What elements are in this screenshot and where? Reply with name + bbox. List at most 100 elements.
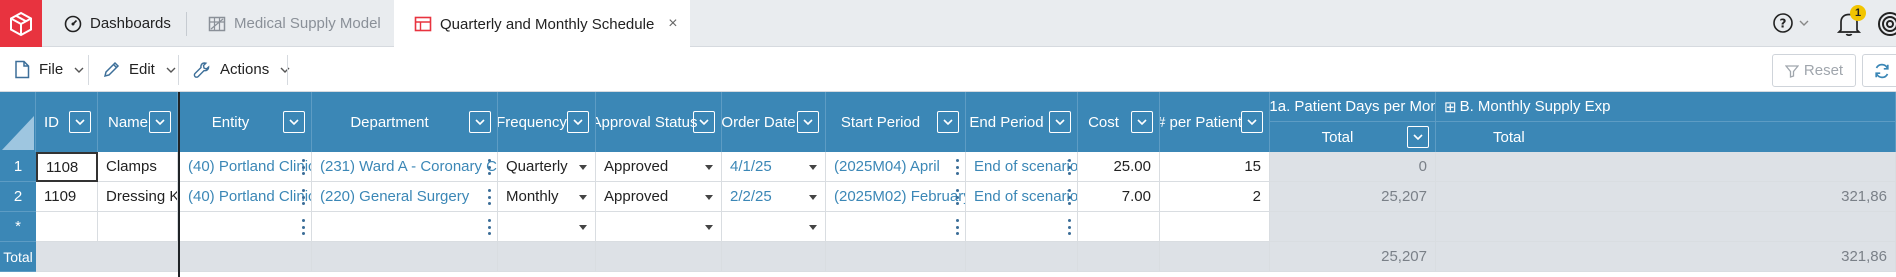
schedule-table-icon (414, 15, 432, 33)
cell-name[interactable]: Clamps (98, 152, 178, 182)
column-menu-chevron-icon[interactable] (693, 111, 715, 133)
cell-approval-status[interactable]: Approved (596, 182, 722, 212)
cell-id[interactable] (36, 212, 98, 242)
column-menu-chevron-icon[interactable] (1407, 126, 1429, 148)
dropdown-arrow-icon[interactable] (705, 195, 713, 200)
cell-end-period[interactable]: End of scenario (966, 182, 1078, 212)
more-options-icon[interactable] (301, 159, 305, 175)
more-options-icon[interactable] (955, 159, 959, 175)
cell-start-period[interactable]: (2025M04) April (826, 152, 966, 182)
user-avatar[interactable] (1876, 12, 1896, 40)
cell-order-date[interactable] (722, 212, 826, 242)
column-header-order-date[interactable]: Order Date (722, 92, 826, 152)
help-menu[interactable]: ? (1772, 12, 1810, 34)
cell-name[interactable]: Dressing Kits (98, 182, 178, 212)
more-options-icon[interactable] (301, 219, 305, 235)
tab-quarterly-monthly-schedule[interactable]: Quarterly and Monthly Schedule × (394, 0, 690, 48)
cell-end-period[interactable]: End of scenario (966, 152, 1078, 182)
cell-cost[interactable]: 7.00 (1078, 182, 1160, 212)
column-header-frequency[interactable]: Frequency (498, 92, 596, 152)
cell-per-patient[interactable]: 15 (1160, 152, 1270, 182)
column-header-monthly-supply-total[interactable]: Total (1436, 122, 1896, 152)
new-row-marker[interactable]: * (0, 212, 36, 242)
cell-approval-status[interactable]: Approved (596, 152, 722, 182)
expand-group-icon[interactable]: ⊞ (1444, 98, 1457, 116)
column-menu-chevron-icon[interactable] (1241, 111, 1263, 133)
cell-entity[interactable]: (40) Portland Clinic (180, 152, 312, 182)
edit-menu-button[interactable]: Edit (103, 47, 177, 92)
cell-frequency[interactable]: Quarterly (498, 152, 596, 182)
tab-dashboards[interactable]: Dashboards (64, 0, 171, 47)
column-menu-chevron-icon[interactable] (1131, 111, 1153, 133)
column-menu-chevron-icon[interactable] (149, 111, 171, 133)
cell-end-period[interactable] (966, 212, 1078, 242)
column-header-id[interactable]: ID (36, 92, 98, 152)
cell-cost[interactable]: 25.00 (1078, 152, 1160, 182)
cell-department[interactable] (312, 212, 498, 242)
more-options-icon[interactable] (301, 189, 305, 205)
frozen-column-divider[interactable] (178, 92, 180, 277)
column-header-patient-days-total[interactable]: Total (1270, 122, 1436, 152)
refresh-button[interactable] (1862, 54, 1896, 87)
row-number[interactable]: 2 (0, 182, 36, 212)
column-header-cost[interactable]: Cost (1078, 92, 1160, 152)
cell-order-date[interactable]: 4/1/25 (722, 152, 826, 182)
tab-medical-supply-model[interactable]: Medical Supply Model (208, 0, 381, 47)
cell-name[interactable] (98, 212, 178, 242)
reset-filter-button[interactable]: Reset (1772, 54, 1856, 87)
dropdown-arrow-icon[interactable] (705, 165, 713, 170)
actions-menu-button[interactable]: Actions (193, 47, 291, 92)
cell-department[interactable]: (220) General Surgery (312, 182, 498, 212)
cell-start-period[interactable] (826, 212, 966, 242)
column-menu-chevron-icon[interactable] (1049, 111, 1071, 133)
more-options-icon[interactable] (1067, 159, 1071, 175)
column-header-entity[interactable]: Entity (180, 92, 312, 152)
app-logo[interactable] (0, 0, 42, 47)
dropdown-arrow-icon[interactable] (579, 165, 587, 170)
cell-entity[interactable]: (40) Portland Clinic (180, 182, 312, 212)
column-header-approval-status[interactable]: Approval Status (596, 92, 722, 152)
column-header-department[interactable]: Department (312, 92, 498, 152)
cell-per-patient[interactable]: 2 (1160, 182, 1270, 212)
more-options-icon[interactable] (487, 219, 491, 235)
column-menu-chevron-icon[interactable] (69, 111, 91, 133)
column-group-monthly-supply[interactable]: ⊞ B. Monthly Supply Exp (1436, 92, 1896, 122)
column-menu-chevron-icon[interactable] (469, 111, 491, 133)
dropdown-arrow-icon[interactable] (705, 225, 713, 230)
more-options-icon[interactable] (955, 219, 959, 235)
column-header-name[interactable]: Name (98, 92, 178, 152)
cell-id[interactable]: 1108 (36, 152, 98, 182)
row-number[interactable]: 1 (0, 152, 36, 182)
cell-entity[interactable] (180, 212, 312, 242)
cell-cost[interactable] (1078, 212, 1160, 242)
cell-frequency[interactable]: Monthly (498, 182, 596, 212)
more-options-icon[interactable] (1067, 189, 1071, 205)
cell-frequency[interactable] (498, 212, 596, 242)
select-all-corner[interactable] (0, 92, 36, 152)
column-menu-chevron-icon[interactable] (797, 111, 819, 133)
file-menu-button[interactable]: File (14, 47, 85, 92)
close-tab-icon[interactable]: × (668, 15, 677, 33)
cell-approval-status[interactable] (596, 212, 722, 242)
more-options-icon[interactable] (487, 159, 491, 175)
cell-order-date[interactable]: 2/2/25 (722, 182, 826, 212)
column-menu-chevron-icon[interactable] (283, 111, 305, 133)
column-menu-chevron-icon[interactable] (937, 111, 959, 133)
dropdown-arrow-icon[interactable] (809, 195, 817, 200)
cell-department[interactable]: (231) Ward A - Coronary Care (312, 152, 498, 182)
dropdown-arrow-icon[interactable] (809, 225, 817, 230)
more-options-icon[interactable] (955, 189, 959, 205)
cell-per-patient[interactable] (1160, 212, 1270, 242)
column-group-patient-days[interactable]: ⊞ 1a. Patient Days per Month (1270, 92, 1436, 122)
cell-start-period[interactable]: (2025M02) February (826, 182, 966, 212)
column-header-end-period[interactable]: End Period (966, 92, 1078, 152)
dropdown-arrow-icon[interactable] (809, 165, 817, 170)
more-options-icon[interactable] (1067, 219, 1071, 235)
cell-id[interactable]: 1109 (36, 182, 98, 212)
more-options-icon[interactable] (487, 189, 491, 205)
dropdown-arrow-icon[interactable] (579, 195, 587, 200)
dropdown-arrow-icon[interactable] (579, 225, 587, 230)
column-menu-chevron-icon[interactable] (567, 111, 589, 133)
column-header-per-patient[interactable]: # per Patient (1160, 92, 1270, 152)
column-header-start-period[interactable]: Start Period (826, 92, 966, 152)
